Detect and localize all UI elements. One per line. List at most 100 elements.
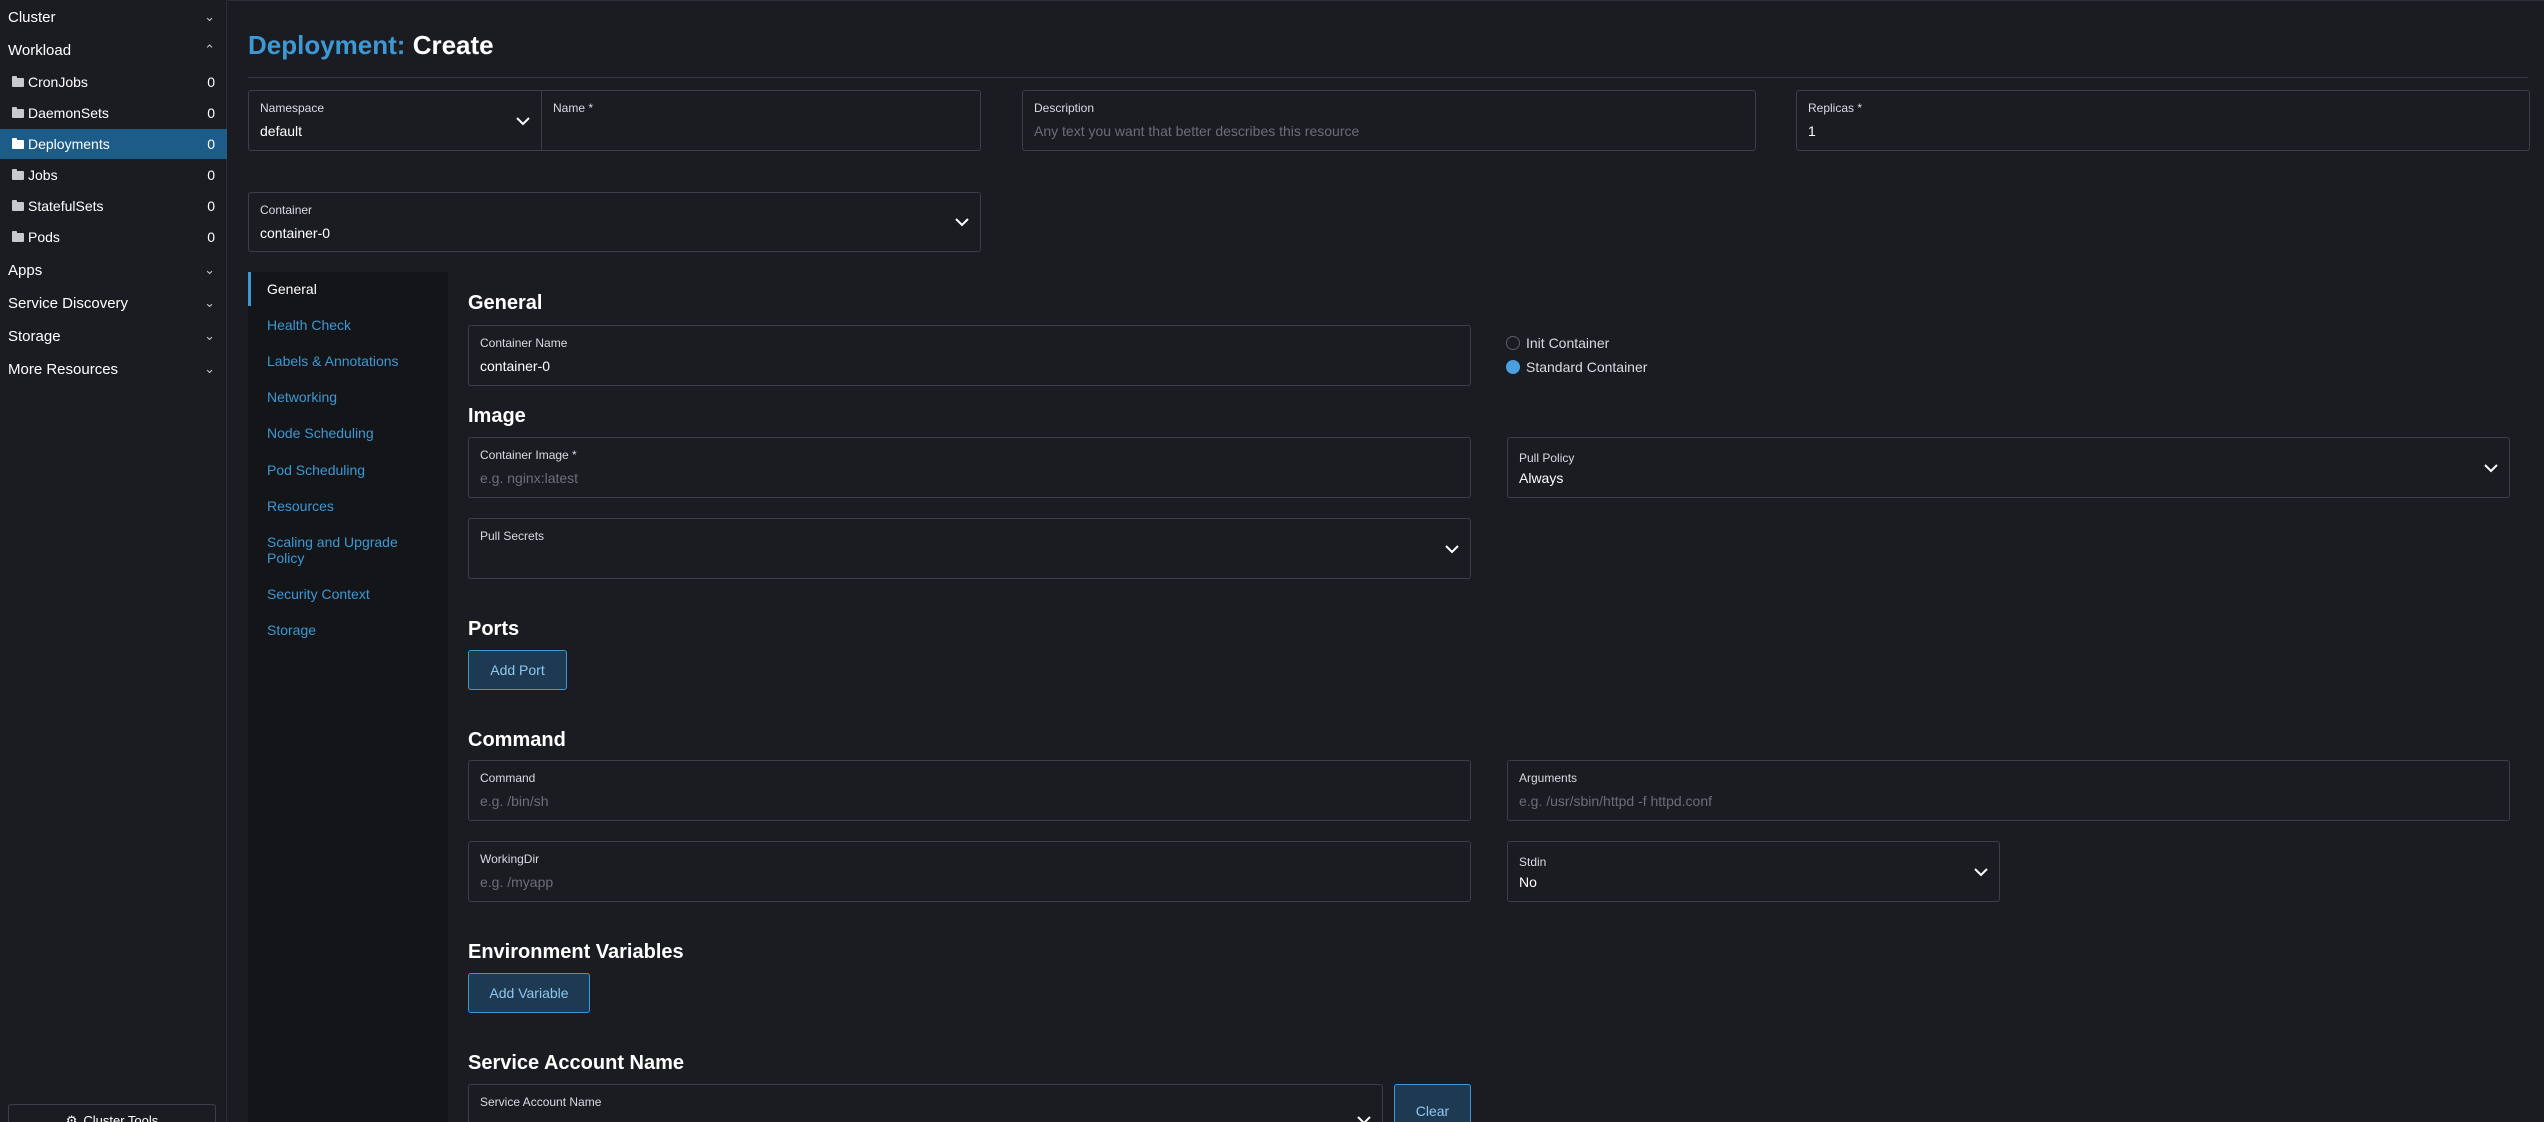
page-title: Deployment: Create (248, 30, 494, 61)
sidebar-item-count: 0 (207, 105, 215, 121)
folder-icon (12, 168, 24, 180)
container-image-field[interactable]: Container Image * e.g. nginx:latest (468, 437, 1471, 498)
ports-heading: Ports (468, 618, 520, 640)
container-image-placeholder: e.g. nginx:latest (480, 470, 579, 486)
container-tabs: General Health Check Labels & Annotation… (248, 272, 448, 1122)
folder-icon (12, 199, 24, 211)
sidebar-group-label: Cluster (8, 8, 56, 26)
init-container-label: Init Container (1526, 335, 1610, 351)
sidebar-item-count: 0 (207, 198, 215, 214)
app-root: Cluster ⌄ Workload ⌃ CronJobs 0 DaemonSe… (0, 0, 2544, 1122)
page-title-resource[interactable]: Deployment: (248, 30, 405, 60)
arguments-field[interactable]: Arguments e.g. /usr/sbin/httpd -f httpd.… (1507, 760, 2510, 821)
cluster-tools-label: Cluster Tools (83, 1113, 159, 1122)
radio-circle-icon (1506, 336, 1520, 350)
sidebar-item-jobs[interactable]: Jobs 0 (0, 160, 227, 190)
pull-secrets-label: Pull Secrets (480, 529, 545, 543)
tab-scaling-upgrade-policy[interactable]: Scaling and Upgrade Policy (248, 534, 398, 566)
tab-labels-annotations[interactable]: Labels & Annotations (248, 353, 448, 369)
radio-selected-icon (1506, 360, 1520, 374)
service-account-select[interactable]: Service Account Name (468, 1084, 1383, 1122)
sidebar-group-label: Apps (8, 261, 43, 279)
sidebar-group-label: Storage (8, 327, 61, 345)
container-name-field[interactable]: Container Name container-0 (468, 325, 1471, 386)
container-value: container-0 (260, 225, 331, 241)
chevron-down-icon: ⌄ (204, 361, 215, 376)
main-content: Deployment: Create Namespace default Nam… (228, 0, 2544, 1122)
pull-secrets-select[interactable]: Pull Secrets (468, 518, 1471, 579)
sidebar-group-workload[interactable]: Workload ⌃ (0, 35, 227, 65)
tab-networking[interactable]: Networking (248, 389, 448, 405)
folder-icon (12, 75, 24, 87)
description-label: Description (1034, 101, 1095, 115)
chevron-down-icon: ⌄ (204, 295, 215, 310)
tab-pod-scheduling[interactable]: Pod Scheduling (248, 462, 448, 478)
chevron-up-icon: ⌃ (204, 42, 215, 57)
sidebar-item-count: 0 (207, 167, 215, 183)
env-heading: Environment Variables (468, 941, 684, 963)
pull-policy-value: Always (1519, 470, 1564, 486)
command-field[interactable]: Command e.g. /bin/sh (468, 760, 1471, 821)
command-placeholder: e.g. /bin/sh (480, 793, 549, 809)
title-divider (248, 77, 2528, 78)
sidebar-group-storage[interactable]: Storage ⌄ (0, 321, 227, 351)
replicas-field[interactable]: Replicas * 1 (1796, 90, 2530, 151)
replicas-label: Replicas * (1808, 101, 1863, 115)
pull-policy-label: Pull Policy (1519, 451, 1575, 465)
stdin-select[interactable]: Stdin No (1507, 841, 2000, 902)
sidebar-group-label: Workload (8, 41, 72, 59)
service-account-heading: Service Account Name (468, 1052, 685, 1074)
clear-button[interactable]: Clear (1394, 1084, 1471, 1122)
sidebar-group-service-discovery[interactable]: Service Discovery ⌄ (0, 288, 227, 318)
tab-storage[interactable]: Storage (248, 622, 448, 638)
sidebar-item-pods[interactable]: Pods 0 (0, 222, 227, 252)
add-variable-button[interactable]: Add Variable (468, 973, 590, 1013)
cluster-tools-button[interactable]: ⚙ Cluster Tools (8, 1104, 216, 1122)
sidebar-item-count: 0 (207, 74, 215, 90)
namespace-select[interactable]: Namespace default (248, 90, 541, 151)
folder-icon (12, 230, 24, 242)
folder-icon (12, 106, 24, 118)
sidebar-item-label: Jobs (28, 167, 58, 183)
sidebar-item-count: 0 (207, 136, 215, 152)
chevron-down-icon (2484, 463, 2498, 472)
standard-container-radio[interactable]: Standard Container (1506, 359, 1647, 375)
name-field[interactable]: Name * (541, 90, 981, 151)
sidebar-item-label: StatefulSets (28, 198, 104, 214)
tab-resources[interactable]: Resources (248, 498, 448, 514)
workingdir-field[interactable]: WorkingDir e.g. /myapp (468, 841, 1471, 902)
description-field[interactable]: Description Any text you want that bette… (1022, 90, 1756, 151)
sidebar-item-cronjobs[interactable]: CronJobs 0 (0, 67, 227, 97)
tab-security-context[interactable]: Security Context (248, 586, 448, 602)
sidebar-item-daemonsets[interactable]: DaemonSets 0 (0, 98, 227, 128)
command-heading: Command (468, 729, 566, 751)
sidebar-item-statefulsets[interactable]: StatefulSets 0 (0, 191, 227, 221)
chevron-down-icon (1974, 867, 1988, 876)
chevron-down-icon (1357, 1116, 1371, 1122)
general-heading: General (468, 292, 543, 314)
chevron-down-icon: ⌄ (204, 262, 215, 277)
page-title-action: Create (412, 30, 494, 60)
sidebar-item-label: Deployments (28, 136, 110, 152)
sidebar-item-label: Pods (28, 229, 60, 245)
chevron-down-icon: ⌄ (204, 9, 215, 24)
sidebar-item-deployments[interactable]: Deployments 0 (0, 129, 227, 159)
pull-policy-select[interactable]: Pull Policy Always (1507, 437, 2510, 498)
sidebar-group-label: Service Discovery (8, 294, 129, 312)
container-select[interactable]: Container container-0 (248, 192, 981, 252)
tab-general[interactable]: General (248, 272, 448, 306)
sidebar-group-cluster[interactable]: Cluster ⌄ (0, 2, 227, 32)
add-port-button[interactable]: Add Port (468, 650, 567, 690)
sidebar-group-more-resources[interactable]: More Resources ⌄ (0, 354, 227, 384)
workingdir-placeholder: e.g. /myapp (480, 874, 554, 890)
arguments-label: Arguments (1519, 771, 1578, 785)
stdin-value: No (1519, 874, 1537, 890)
replicas-value: 1 (1808, 123, 1816, 139)
service-account-label: Service Account Name (480, 1095, 602, 1109)
sidebar-group-apps[interactable]: Apps ⌄ (0, 255, 227, 285)
chevron-down-icon (955, 218, 969, 227)
tab-node-scheduling[interactable]: Node Scheduling (248, 425, 448, 441)
chevron-down-icon (516, 116, 530, 125)
tab-health-check[interactable]: Health Check (248, 317, 448, 333)
init-container-radio[interactable]: Init Container (1506, 335, 1609, 351)
